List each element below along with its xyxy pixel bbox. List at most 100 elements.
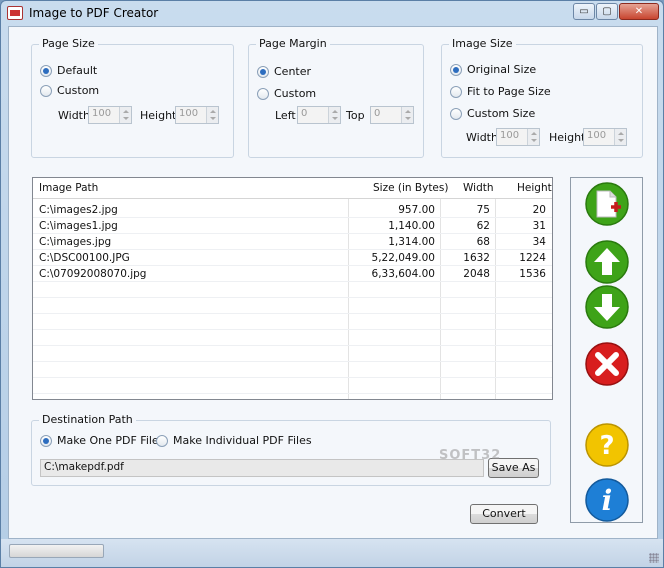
spinner-value: 100 [587,130,607,141]
radio-dot [450,107,462,120]
image-height-spinner[interactable]: 100 [583,128,627,146]
cell-size: 1,140.00 [388,220,435,232]
page-margin-center-radio[interactable]: Center [257,65,311,78]
cell-width: 75 [476,204,490,216]
spinner-arrows-icon[interactable] [206,107,218,123]
image-size-legend: Image Size [449,37,516,50]
grid-row-line [33,361,552,362]
spinner-value: 100 [500,130,520,141]
cell-image-path: C:\images2.jpg [39,204,118,216]
radio-label: Custom [57,84,100,97]
main-panel: Page Size Default Custom Width 100 Heigh… [8,26,658,539]
radio-dot [257,87,269,100]
grid-row-line [33,377,552,378]
margin-left-spinner[interactable]: 0 [297,106,341,124]
cell-width: 62 [476,220,490,232]
resize-grip-icon[interactable] [649,553,659,563]
grid-row-line [33,313,552,314]
image-width-spinner[interactable]: 100 [496,128,540,146]
convert-button[interactable]: Convert [470,504,538,524]
page-margin-custom-radio[interactable]: Custom [257,87,316,100]
radio-dot [450,63,462,76]
make-individual-pdf-radio[interactable]: Make Individual PDF Files [156,434,312,447]
move-down-icon[interactable] [584,284,630,330]
image-size-fit-radio[interactable]: Fit to Page Size [450,85,551,98]
spinner-arrows-icon[interactable] [614,129,626,145]
cell-size: 957.00 [398,204,435,216]
page-height-label: Height [140,109,177,122]
radio-label: Center [274,65,312,78]
make-one-pdf-radio[interactable]: Make One PDF File [40,434,159,447]
cell-height: 1536 [519,268,546,280]
grid-row-line [33,265,552,266]
page-size-default-radio[interactable]: Default [40,64,97,77]
radio-label: Default [57,64,98,77]
radio-label: Original Size [467,63,537,76]
radio-label: Make Individual PDF Files [173,434,312,447]
cell-height: 1224 [519,252,546,264]
cell-width: 68 [476,236,490,248]
column-header-height[interactable]: Height [517,182,552,194]
spinner-value: 100 [179,108,199,119]
app-window: Image to PDF Creator ▭ ▢ ✕ Page Size Def… [0,0,664,568]
cell-width: 1632 [463,252,490,264]
progress-bar [9,544,104,558]
add-image-icon[interactable] [584,181,630,227]
radio-label: Fit to Page Size [467,85,551,98]
cell-size: 1,314.00 [388,236,435,248]
image-size-group: Image Size Original Size Fit to Page Siz… [441,37,643,158]
image-size-custom-radio[interactable]: Custom Size [450,107,535,120]
window-title: Image to PDF Creator [29,6,159,20]
cell-width: 2048 [463,268,490,280]
minimize-button[interactable]: ▭ [573,3,595,20]
image-width-label: Width [466,131,498,144]
image-height-label: Height [549,131,586,144]
cell-image-path: C:\07092008070.jpg [39,268,147,280]
remove-icon[interactable] [584,341,630,387]
help-icon[interactable]: ? [584,422,630,468]
grid-row-line [33,233,552,234]
image-list-grid[interactable]: Image Path Size (in Bytes) Width Height … [32,177,553,400]
maximize-button[interactable]: ▢ [596,3,618,20]
page-size-group: Page Size Default Custom Width 100 Heigh… [31,37,234,158]
spinner-arrows-icon[interactable] [527,129,539,145]
cell-size: 6,33,604.00 [371,268,435,280]
cell-image-path: C:\DSC00100.JPG [39,252,130,264]
radio-dot [156,434,168,447]
image-size-original-radio[interactable]: Original Size [450,63,536,76]
margin-top-label: Top [346,109,365,122]
column-header-size[interactable]: Size (in Bytes) [373,182,448,194]
title-bar[interactable]: Image to PDF Creator ▭ ▢ ✕ [1,1,663,27]
close-button[interactable]: ✕ [619,3,659,20]
radio-dot [40,434,52,447]
margin-top-spinner[interactable]: 0 [370,106,414,124]
grid-row-line [33,345,552,346]
page-size-custom-radio[interactable]: Custom [40,84,99,97]
grid-row-line [33,249,552,250]
column-header-image-path[interactable]: Image Path [39,182,98,194]
app-icon [7,6,23,20]
svg-text:i: i [602,484,613,517]
spinner-arrows-icon[interactable] [401,107,413,123]
cell-image-path: C:\images1.jpg [39,220,118,232]
spinner-arrows-icon[interactable] [328,107,340,123]
cell-size: 5,22,049.00 [371,252,435,264]
margin-left-label: Left [275,109,296,122]
info-icon[interactable]: i [584,477,630,523]
radio-dot [40,84,52,97]
grid-row-line [33,217,552,218]
spinner-arrows-icon[interactable] [119,107,131,123]
radio-dot [40,64,52,77]
page-width-spinner[interactable]: 100 [88,106,132,124]
radio-label: Custom Size [467,107,536,120]
radio-dot [257,65,269,78]
page-height-spinner[interactable]: 100 [175,106,219,124]
page-margin-group: Page Margin Center Custom Left 0 Top 0 [248,37,424,158]
grid-row-line [33,297,552,298]
column-header-width[interactable]: Width [463,182,494,194]
page-size-legend: Page Size [39,37,98,50]
move-up-icon[interactable] [584,239,630,285]
destination-path-field[interactable]: C:\makepdf.pdf [40,459,484,477]
spinner-value: 0 [301,108,308,119]
action-panel: ? i [570,177,643,523]
